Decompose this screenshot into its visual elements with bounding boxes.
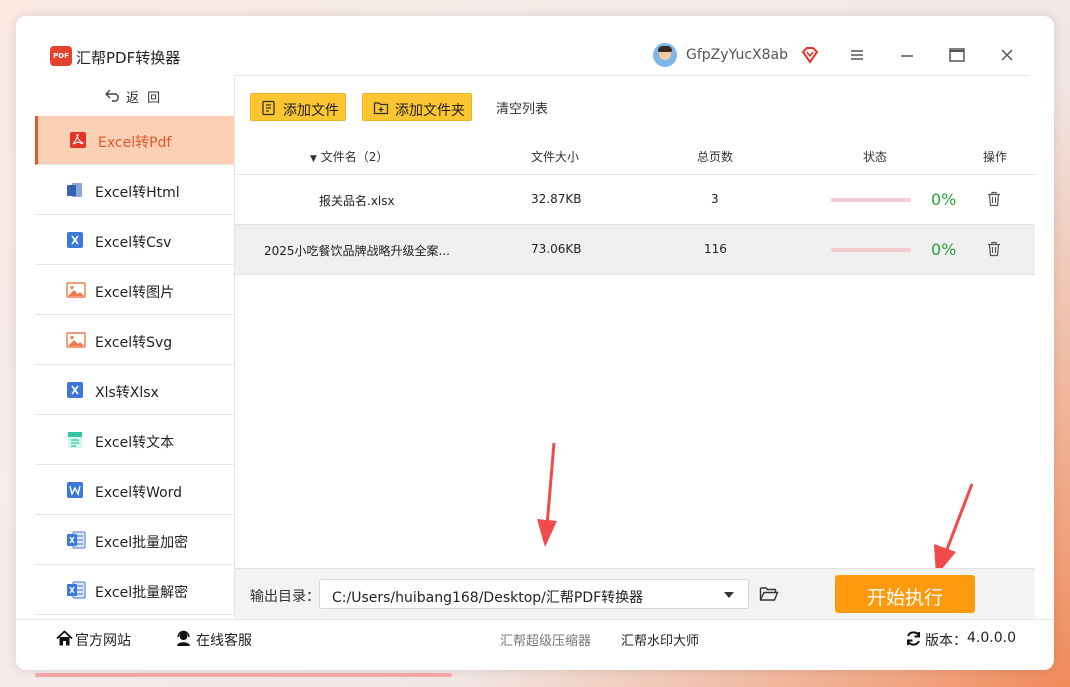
image-icon bbox=[66, 282, 86, 298]
sidebar-item-excel-encrypt[interactable]: Excel批量加密 bbox=[35, 516, 234, 565]
sidebar-item-excel-decrypt[interactable]: Excel批量解密 bbox=[35, 566, 234, 615]
add-folder-button[interactable]: 添加文件夹 bbox=[362, 93, 472, 121]
add-file-label: 添加文件 bbox=[283, 103, 339, 119]
folder-open-icon[interactable] bbox=[759, 585, 779, 603]
back-label: 返 回 bbox=[126, 91, 163, 106]
clear-list-button[interactable]: 清空列表 bbox=[496, 98, 548, 117]
add-file-icon bbox=[262, 100, 275, 116]
start-button-label: 开始执行 bbox=[866, 587, 943, 609]
sidebar-item-excel-to-svg[interactable]: Excel转Svg bbox=[35, 316, 234, 365]
sidebar-item-excel-to-image[interactable]: Excel转图片 bbox=[35, 266, 234, 315]
app-window: PDF 汇帮PDF转换器 GfpZyYucX8ab 返 回 Excel转Pdf … bbox=[16, 16, 1054, 670]
add-folder-icon bbox=[373, 102, 389, 115]
image-icon bbox=[66, 332, 86, 348]
title-bar: PDF 汇帮PDF转换器 GfpZyYucX8ab bbox=[16, 16, 1054, 76]
scroll-indicator bbox=[35, 673, 452, 677]
sidebar-item-label: Excel批量加密 bbox=[95, 535, 189, 551]
minimize-icon[interactable] bbox=[895, 43, 919, 67]
column-header-name-label: 文件名（2） bbox=[320, 150, 389, 164]
version-label: 版本： bbox=[925, 633, 967, 649]
add-folder-label: 添加文件夹 bbox=[395, 103, 465, 119]
excel-x-icon bbox=[67, 382, 83, 398]
sidebar-item-label: Excel转文本 bbox=[95, 435, 175, 451]
html-icon bbox=[67, 183, 82, 197]
close-icon[interactable] bbox=[995, 43, 1019, 67]
sidebar-item-label: Excel转Svg bbox=[95, 335, 173, 351]
excel-file-icon bbox=[67, 531, 86, 549]
column-header-pages: 总页数 bbox=[697, 150, 734, 164]
progress-percent: 0% bbox=[931, 190, 957, 209]
file-name: 报关品名.xlsx bbox=[319, 194, 395, 208]
sidebar-item-label: Xls转Xlsx bbox=[95, 385, 159, 401]
annotation-arrow-icon bbox=[934, 483, 974, 576]
sidebar-item-label: Excel转Pdf bbox=[98, 135, 172, 151]
sort-desc-icon: ▼ bbox=[310, 154, 317, 164]
sidebar-item-xls-to-xlsx[interactable]: Xls转Xlsx bbox=[35, 366, 234, 415]
sidebar-item-excel-to-pdf[interactable]: Excel转Pdf bbox=[35, 116, 234, 165]
sidebar: 返 回 Excel转Pdf Excel转Html Excel转Csv Excel… bbox=[35, 76, 235, 617]
output-dir-value: C:/Users/huibang168/Desktop/汇帮PDF转换器 bbox=[332, 590, 644, 606]
start-button[interactable]: 开始执行 bbox=[835, 575, 975, 613]
sidebar-item-label: Excel批量解密 bbox=[95, 585, 189, 601]
progress-bar bbox=[831, 198, 911, 202]
table-row[interactable]: 报关品名.xlsx 32.87KB 3 0% bbox=[235, 175, 1035, 225]
sidebar-item-excel-to-html[interactable]: Excel转Html bbox=[35, 166, 234, 215]
back-button[interactable]: 返 回 bbox=[35, 76, 234, 114]
sidebar-item-excel-to-word[interactable]: Excel转Word bbox=[35, 466, 234, 515]
file-name: 2025小吃餐饮品牌战略升级全案... bbox=[264, 244, 450, 258]
column-header-action: 操作 bbox=[983, 150, 1008, 164]
sidebar-item-excel-to-csv[interactable]: Excel转Csv bbox=[35, 216, 234, 265]
avatar[interactable] bbox=[653, 43, 677, 67]
footer: 官方网站 在线客服 汇帮超级压缩器 汇帮水印大师 版本： 4.0.0.0 bbox=[16, 619, 1054, 657]
username[interactable]: GfpZyYucX8ab bbox=[686, 47, 788, 63]
column-header-name[interactable]: ▼ 文件名（2） bbox=[310, 148, 388, 165]
sidebar-item-label: Excel转Html bbox=[95, 185, 180, 201]
back-arrow-icon bbox=[105, 89, 119, 102]
add-file-button[interactable]: 添加文件 bbox=[250, 93, 346, 121]
page-count: 116 bbox=[704, 242, 727, 256]
annotation-arrow-icon bbox=[537, 442, 557, 547]
app-title: 汇帮PDF转换器 bbox=[76, 49, 181, 67]
progress-bar bbox=[831, 248, 911, 252]
word-icon bbox=[67, 482, 83, 498]
sidebar-item-label: Excel转Word bbox=[95, 485, 183, 501]
customer-service-icon bbox=[177, 630, 190, 646]
maximize-icon[interactable] bbox=[945, 43, 969, 67]
file-size: 32.87KB bbox=[531, 192, 582, 206]
refresh-icon[interactable] bbox=[905, 630, 922, 647]
app-logo: PDF bbox=[50, 46, 72, 66]
file-size: 73.06KB bbox=[531, 242, 582, 256]
output-bar: 输出目录： C:/Users/huibang168/Desktop/汇帮PDF转… bbox=[235, 568, 1035, 619]
text-icon bbox=[68, 432, 82, 448]
trash-icon[interactable] bbox=[987, 241, 1001, 257]
vip-diamond-icon[interactable] bbox=[800, 45, 820, 65]
watermark-link[interactable]: 汇帮水印大师 bbox=[621, 630, 699, 649]
online-support-link[interactable]: 在线客服 bbox=[196, 630, 252, 650]
column-header-status: 状态 bbox=[863, 150, 888, 164]
version-number: 4.0.0.0 bbox=[967, 630, 1016, 646]
excel-x-icon bbox=[67, 232, 83, 248]
menu-icon[interactable] bbox=[845, 43, 869, 67]
page-count: 3 bbox=[711, 192, 719, 206]
official-website-link[interactable]: 官方网站 bbox=[75, 630, 131, 650]
sidebar-item-label: Excel转图片 bbox=[95, 285, 175, 301]
trash-icon[interactable] bbox=[987, 191, 1001, 207]
output-dir-label: 输出目录： bbox=[250, 589, 320, 605]
divider bbox=[234, 75, 1029, 76]
home-icon bbox=[56, 630, 73, 646]
sidebar-item-excel-to-text[interactable]: Excel转文本 bbox=[35, 416, 234, 465]
progress-percent: 0% bbox=[931, 240, 957, 259]
output-dir-select[interactable]: C:/Users/huibang168/Desktop/汇帮PDF转换器 bbox=[319, 579, 749, 609]
sidebar-item-label: Excel转Csv bbox=[95, 235, 172, 251]
excel-file-icon bbox=[67, 581, 86, 599]
table-row[interactable]: 2025小吃餐饮品牌战略升级全案... 73.06KB 116 0% bbox=[235, 225, 1035, 275]
pdf-icon bbox=[70, 132, 86, 148]
chevron-down-icon bbox=[724, 592, 734, 598]
column-header-size: 文件大小 bbox=[531, 150, 580, 164]
compressor-link[interactable]: 汇帮超级压缩器 bbox=[500, 630, 591, 649]
